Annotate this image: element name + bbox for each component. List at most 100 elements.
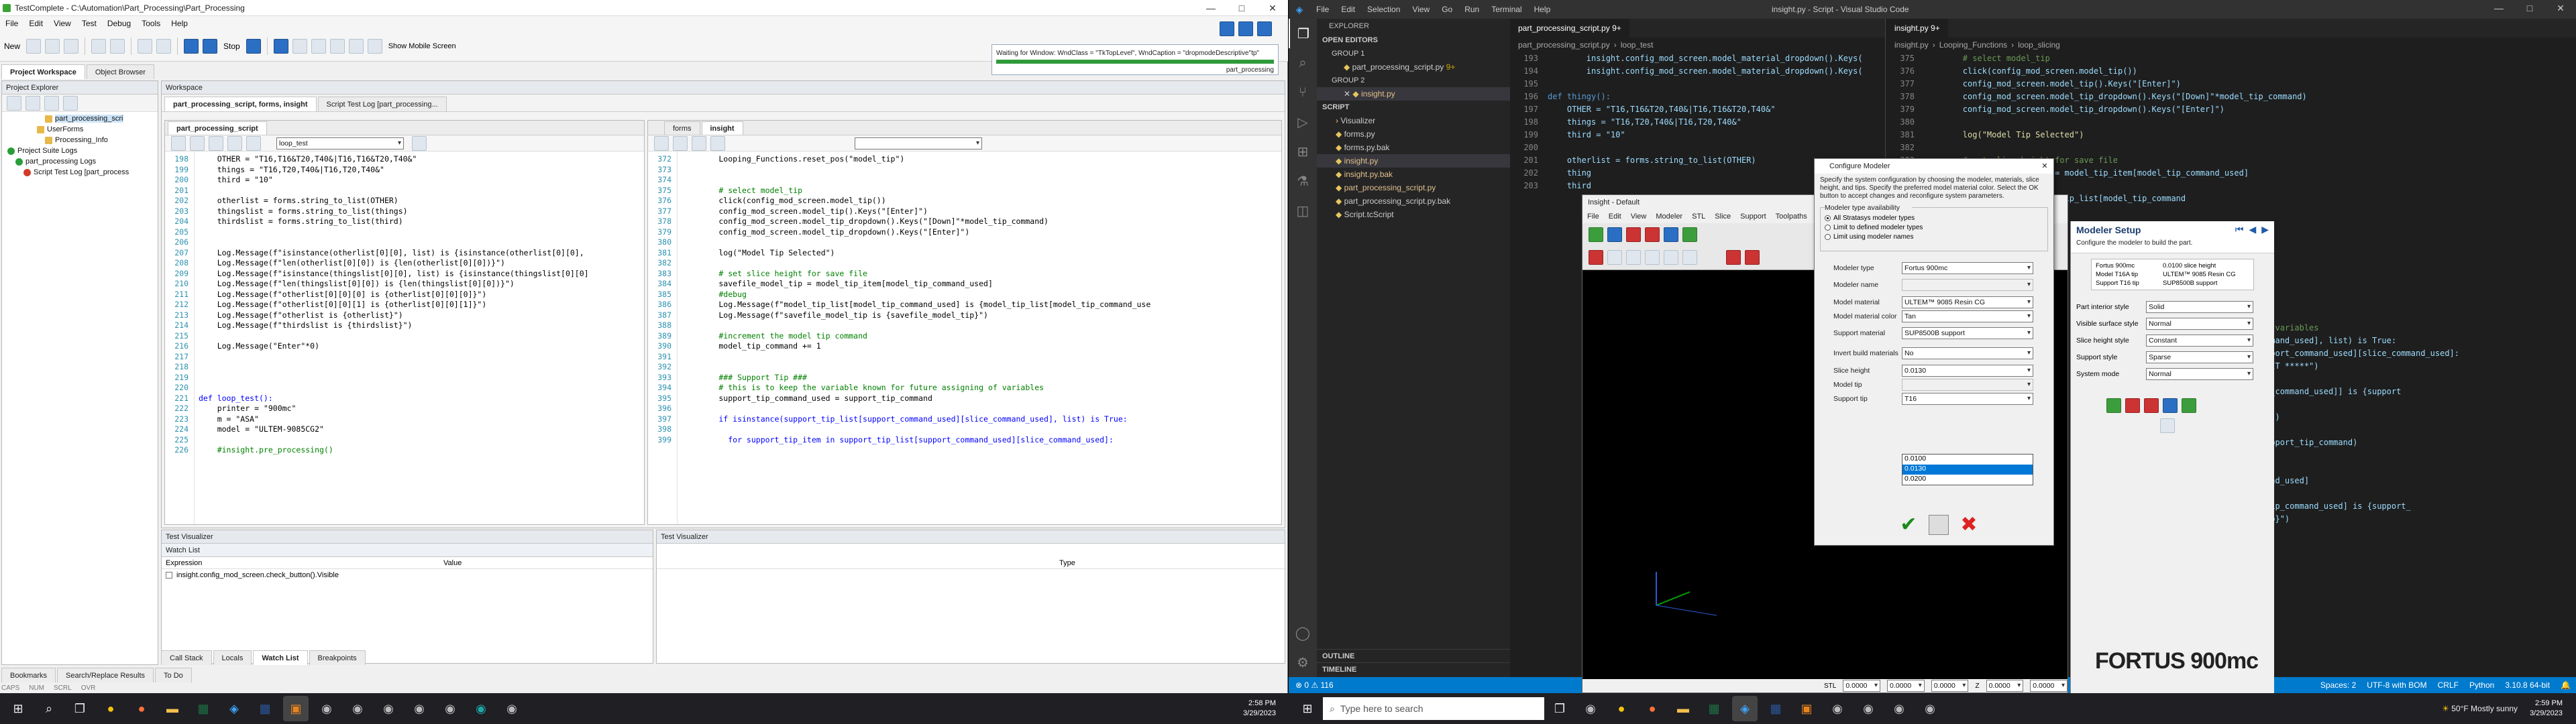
code-line-fragment[interactable]: [slice_command_used], list) is True: <box>2222 335 2576 347</box>
breadcrumb-symbol[interactable]: loop_test <box>1621 40 1654 50</box>
code-line[interactable] <box>199 362 644 373</box>
code-line[interactable] <box>682 165 1281 176</box>
minimize-icon[interactable]: — <box>1195 0 1226 16</box>
vs-menu-run[interactable]: Run <box>1458 0 1485 19</box>
rotate-icon[interactable] <box>1664 250 1678 265</box>
source-control-icon[interactable]: ⑂ <box>1289 78 1317 107</box>
code-line[interactable]: printer = "900mc" <box>199 404 644 414</box>
vscode-icon[interactable]: ◈ <box>1732 696 1758 721</box>
explorer-add-icon[interactable] <box>7 95 21 111</box>
file-item[interactable]: › Visualizer <box>1317 114 1510 127</box>
align-icon[interactable] <box>1607 250 1622 265</box>
breadcrumb-class[interactable]: Looping_Functions <box>1939 40 2007 50</box>
red-tool-icon[interactable] <box>1745 250 1760 265</box>
field-dropdown[interactable]: ULTEM™ 9085 Resin CG <box>1902 296 2033 308</box>
app-icon[interactable]: ◉ <box>468 696 494 721</box>
code-line[interactable]: log("Model Tip Selected") <box>682 248 1281 259</box>
stop-button[interactable]: Stop <box>223 42 240 51</box>
close-icon[interactable]: ✕ <box>2036 159 2053 174</box>
configure-button[interactable] <box>1929 514 1949 535</box>
excel-icon[interactable]: ▦ <box>191 696 216 721</box>
tab-call-stack[interactable]: Call Stack <box>161 650 212 665</box>
app-icon[interactable]: ◉ <box>1886 696 1912 721</box>
vs-menu-view[interactable]: View <box>1406 0 1436 19</box>
menu-view[interactable]: View <box>48 16 76 31</box>
slice-tool-icon[interactable] <box>2125 398 2140 413</box>
file-explorer-icon[interactable]: ▬ <box>1670 696 1696 721</box>
app-icon[interactable]: ◉ <box>345 696 370 721</box>
minimize-icon[interactable]: — <box>2483 0 2514 16</box>
menu-file[interactable]: File <box>0 16 23 31</box>
step-into-icon[interactable] <box>292 38 307 54</box>
code-line[interactable] <box>199 186 644 196</box>
step-over-icon[interactable] <box>311 38 326 54</box>
layer-icon[interactable] <box>1626 250 1641 265</box>
code-line[interactable]: thirdslist = forms.string_to_list(third) <box>199 217 644 227</box>
app-icon[interactable]: ◉ <box>1578 696 1603 721</box>
code-line[interactable] <box>1548 78 1885 90</box>
code-line[interactable]: thingslist = forms.string_to_list(things… <box>199 206 644 217</box>
maximize-icon[interactable]: □ <box>1226 0 1257 16</box>
comment-icon[interactable] <box>246 135 261 151</box>
code-line[interactable] <box>1548 141 1885 154</box>
code-line[interactable]: #increment the model tip command <box>682 331 1281 342</box>
explorer-icon[interactable]: ❐ <box>1289 19 1317 48</box>
file-item[interactable]: ◆ Script.tcScript <box>1317 208 1510 221</box>
code-area[interactable]: Looping_Functions.reset_pos("model_tip")… <box>678 152 1281 524</box>
code-line-fragment[interactable]: _item") <box>2222 373 2576 385</box>
testing-icon[interactable]: ⚗ <box>1289 166 1317 196</box>
toggle-breakpoint-icon[interactable] <box>348 38 364 54</box>
flag-icon[interactable] <box>2106 398 2121 413</box>
routine-dropdown[interactable]: loop_test <box>276 137 404 149</box>
open-file[interactable]: insight.py <box>1361 89 1395 99</box>
breadcrumb-symbol[interactable]: loop_slicing <box>2018 40 2060 50</box>
nav-prev-icon[interactable]: ◀ <box>2249 224 2256 235</box>
code-line[interactable]: Log.Message(f"savefile_model_tip is {sav… <box>682 310 1281 321</box>
code-line[interactable]: # this is to keep the variable known for… <box>682 383 1281 394</box>
breadcrumb-file[interactable]: part_processing_script.py <box>1518 40 1610 50</box>
stop-icon[interactable] <box>203 38 218 54</box>
word-icon[interactable]: ▦ <box>1763 696 1788 721</box>
code-line[interactable] <box>199 227 644 238</box>
code-line[interactable] <box>682 175 1281 186</box>
code-line-fragment[interactable]: [Down]"*support_tip_command) <box>2222 436 2576 449</box>
field-dropdown[interactable]: No <box>1902 347 2033 359</box>
code-line[interactable]: # set slice height for save file <box>682 269 1281 280</box>
routine-dropdown-right[interactable] <box>855 137 982 149</box>
field-dropdown[interactable]: Normal <box>2146 317 2253 330</box>
code-line[interactable]: model_tip_command += 1 <box>682 341 1281 352</box>
forward-icon[interactable] <box>673 135 688 151</box>
code-line-fragment[interactable] <box>2222 398 2576 411</box>
taskbar-search-box[interactable]: ⌕ Type here to search <box>1323 697 1544 720</box>
open-editors-section[interactable]: OPEN EDITORS <box>1317 34 1510 47</box>
app-icon[interactable]: ◉ <box>1856 696 1881 721</box>
tree-item[interactable]: UserForms <box>47 125 83 133</box>
tree-item-part-processing-logs[interactable]: part_processing Logs <box>25 158 96 166</box>
vs-menu-edit[interactable]: Edit <box>1335 0 1361 19</box>
firefox-icon[interactable]: ● <box>129 696 154 721</box>
group-2[interactable]: GROUP 2 <box>1317 74 1510 87</box>
field-dropdown[interactable]: T16 <box>1902 392 2033 405</box>
code-line[interactable] <box>682 320 1281 331</box>
code-line-fragment[interactable] <box>2222 424 2576 436</box>
tab-bookmarks[interactable]: Bookmarks <box>1 668 56 682</box>
code-line[interactable] <box>199 373 644 383</box>
run-routine-icon[interactable] <box>412 135 427 151</box>
tab-script-document[interactable]: part_processing_script, forms, insight <box>164 97 317 111</box>
redo-icon[interactable] <box>110 38 125 54</box>
menu-edit[interactable]: Edit <box>23 16 48 31</box>
undo-icon[interactable] <box>91 38 107 54</box>
encoding-status[interactable]: UTF-8 with BOM <box>2361 677 2432 693</box>
file-item[interactable]: ◆ part_processing_script.py.bak <box>1317 194 1510 208</box>
support-tool-icon[interactable] <box>2144 398 2159 413</box>
mobile-icon[interactable] <box>367 38 382 54</box>
code-line[interactable]: Log.Message(f"len(otherlist[0][0]) is {l… <box>199 258 644 269</box>
tab-part-processing-script[interactable]: part_processing_script.py 9+ <box>1510 19 1630 38</box>
file-item[interactable]: ◆ forms.py.bak <box>1317 141 1510 154</box>
insight-menu-edit[interactable]: Edit <box>1604 210 1626 223</box>
outdent-icon[interactable] <box>227 135 242 151</box>
code-line[interactable]: click(config_mod_screen.model_tip()) <box>682 196 1281 206</box>
interpreter-status[interactable]: 3.10.8 64-bit <box>2500 677 2555 693</box>
excel-icon[interactable]: ▦ <box>1701 696 1727 721</box>
code-line[interactable]: m = "ASA" <box>199 414 644 425</box>
